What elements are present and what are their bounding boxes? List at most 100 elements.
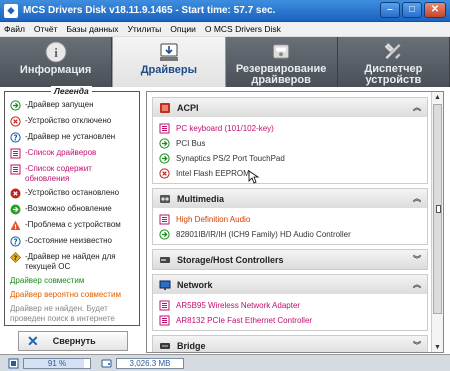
legend-probable: Драйвер вероятно совместим bbox=[10, 290, 121, 300]
install-icon bbox=[159, 43, 178, 61]
legend-item-label: -Драйвер не найден для текущей ОС bbox=[25, 252, 116, 271]
device-name: Synaptics PS/2 Port TouchPad bbox=[176, 154, 285, 163]
legend-item: -Драйвер запущен bbox=[10, 100, 134, 111]
legend-item-label: -Список драйверов bbox=[25, 148, 97, 157]
red-x-icon bbox=[10, 116, 21, 127]
green-arrow-icon bbox=[10, 100, 21, 111]
tab-info[interactable]: i Информация bbox=[0, 37, 113, 87]
legend-title: Легенда bbox=[51, 86, 92, 96]
scroll-up-arrow[interactable]: ▲ bbox=[432, 92, 443, 102]
progress-box: 91 % bbox=[23, 357, 91, 369]
device-section: Multimedia ︽ High Definition Audio 82801IB/… bbox=[152, 188, 428, 245]
legend-panel: Легенда -Драйвер запущен -Устройство откл… bbox=[4, 86, 140, 326]
device-name: AR8132 PCIe Fast Ethernet Controller bbox=[176, 316, 313, 325]
question-icon: ? bbox=[10, 132, 21, 143]
chevron-up-icon[interactable]: ︽ bbox=[413, 279, 421, 290]
green-arrow-icon bbox=[159, 153, 170, 164]
menu-options[interactable]: Опции bbox=[170, 24, 196, 34]
acpi-icon bbox=[159, 102, 171, 114]
backup-icon bbox=[273, 44, 290, 59]
tab-backup[interactable]: Резервирование драйверов bbox=[226, 37, 338, 87]
device-item[interactable]: 82801IB/IR/IH (ICH9 Family) HD Audio Con… bbox=[159, 227, 421, 242]
legend-item-label: -Драйвер не установлен bbox=[25, 132, 116, 141]
title-bar: ◆ MCS Drivers Disk v18.11.9.1465 - Start… bbox=[0, 0, 450, 22]
cpu-icon bbox=[8, 358, 19, 368]
tab-device-manager[interactable]: Диспетчер устройств bbox=[338, 37, 450, 87]
device-name: PCI Bus bbox=[176, 139, 206, 148]
section-header[interactable]: Bridge ︾ bbox=[153, 336, 427, 352]
drivers-list-panel: ACPI ︽ PC keyboard (101/102-key) PCI Bus Syn… bbox=[146, 91, 444, 353]
storage-icon bbox=[159, 254, 171, 266]
section-header[interactable]: Network ︽ bbox=[153, 275, 427, 294]
list-icon bbox=[159, 315, 170, 326]
legend-item: ? -Драйвер не установлен bbox=[10, 132, 134, 143]
svg-text:?: ? bbox=[14, 255, 18, 262]
device-name: High Definition Audio bbox=[176, 215, 251, 224]
bridge-icon bbox=[159, 340, 171, 352]
menu-file[interactable]: Файл bbox=[4, 24, 25, 34]
menu-about[interactable]: О MCS Drivers Disk bbox=[205, 24, 281, 34]
collapse-button[interactable]: ✕ Свернуть bbox=[18, 331, 128, 351]
section-header[interactable]: Multimedia ︽ bbox=[153, 189, 427, 208]
legend-item-label: -Проблема с устройством bbox=[25, 220, 121, 230]
red-x-icon bbox=[159, 168, 170, 179]
red-x-filled-icon bbox=[10, 188, 21, 199]
legend-item-label: -Устройство остановлено bbox=[25, 188, 120, 198]
device-section: Bridge ︾ bbox=[152, 335, 428, 352]
legend-item: ! -Проблема с устройством bbox=[10, 220, 134, 231]
status-bar: 91 % 3,026.3 MB bbox=[0, 354, 450, 371]
chevron-up-icon[interactable]: ︽ bbox=[413, 193, 421, 204]
vertical-scrollbar[interactable]: ▲ ▼ bbox=[431, 92, 443, 352]
device-item[interactable]: High Definition Audio bbox=[159, 212, 421, 227]
green-arrow-icon bbox=[159, 138, 170, 149]
device-section: ACPI ︽ PC keyboard (101/102-key) PCI Bus Syn… bbox=[152, 97, 428, 184]
chevron-down-icon[interactable]: ︾ bbox=[413, 340, 421, 351]
close-button[interactable]: ✕ bbox=[424, 2, 446, 18]
device-item[interactable]: PC keyboard (101/102-key) bbox=[159, 121, 421, 136]
section-title: Storage/Host Controllers bbox=[177, 254, 284, 265]
menu-databases[interactable]: Базы данных bbox=[66, 24, 118, 34]
legend-item: -Устройство остановлено bbox=[10, 188, 134, 199]
network-icon bbox=[159, 279, 171, 291]
device-name: 82801IB/IR/IH (ICH9 Family) HD Audio Con… bbox=[176, 230, 351, 239]
maximize-button[interactable]: □ bbox=[402, 2, 422, 18]
legend-item: -Устройство отключено bbox=[10, 116, 134, 127]
device-item[interactable]: Intel Flash EEPROM bbox=[159, 166, 421, 181]
legend-item: ? -Драйвер не найден для текущей ОС bbox=[10, 252, 134, 271]
svg-text:i: i bbox=[54, 45, 58, 60]
chevron-up-icon[interactable]: ︽ bbox=[413, 102, 421, 113]
section-header[interactable]: Storage/Host Controllers ︾ bbox=[153, 250, 427, 269]
chevron-down-icon[interactable]: ︾ bbox=[413, 254, 421, 265]
section-header[interactable]: ACPI ︽ bbox=[153, 98, 427, 117]
section-title: ACPI bbox=[177, 102, 199, 113]
menu-report[interactable]: Отчёт bbox=[34, 24, 58, 34]
question-icon: ? bbox=[10, 236, 21, 247]
section-title: Multimedia bbox=[177, 193, 225, 204]
scroll-down-arrow[interactable]: ▼ bbox=[432, 342, 443, 352]
green-arrow-circle-icon bbox=[10, 204, 21, 215]
legend-item-label: -Драйвер запущен bbox=[25, 100, 94, 109]
scroll-thumb[interactable] bbox=[433, 104, 442, 314]
device-name: Intel Flash EEPROM bbox=[176, 169, 250, 178]
progress-label: 91 % bbox=[47, 358, 67, 368]
app-icon: ◆ bbox=[4, 3, 18, 18]
legend-item-label: -Состояние неизвестно bbox=[25, 236, 112, 246]
device-section: Storage/Host Controllers ︾ bbox=[152, 249, 428, 270]
tab-drivers[interactable]: Драйверы bbox=[112, 37, 226, 87]
device-section: Network ︽ AR5B95 Wireless Network Adapter A… bbox=[152, 274, 428, 331]
device-item[interactable]: AR5B95 Wireless Network Adapter bbox=[159, 298, 421, 313]
device-item[interactable]: PCI Bus bbox=[159, 136, 421, 151]
device-item[interactable]: AR8132 PCIe Fast Ethernet Controller bbox=[159, 313, 421, 328]
green-arrow-icon bbox=[159, 229, 170, 240]
menu-utilities[interactable]: Утилиты bbox=[127, 24, 161, 34]
window-title: MCS Drivers Disk v18.11.9.1465 - Start t… bbox=[23, 5, 276, 16]
device-name: PC keyboard (101/102-key) bbox=[176, 124, 274, 133]
legend-item-label: -Устройство отключено bbox=[25, 116, 112, 125]
legend-compatible: Драйвер совместим bbox=[10, 276, 85, 286]
list-icon bbox=[10, 148, 21, 159]
svg-text:!: ! bbox=[14, 223, 17, 231]
minimize-button[interactable]: – bbox=[380, 2, 400, 18]
menu-bar: Файл Отчёт Базы данных Утилиты Опции О M… bbox=[0, 22, 450, 37]
disk-icon bbox=[101, 359, 112, 367]
device-item[interactable]: Synaptics PS/2 Port TouchPad bbox=[159, 151, 421, 166]
